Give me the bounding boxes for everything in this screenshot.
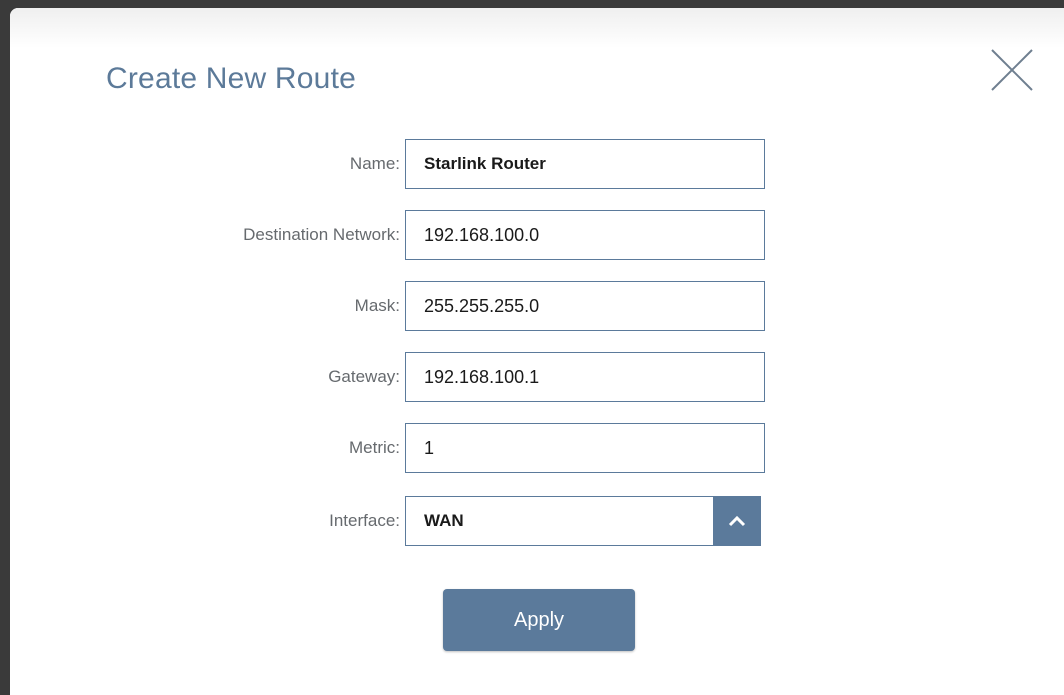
interface-row: Interface: WAN	[10, 496, 1064, 546]
destination-row: Destination Network:	[10, 210, 1064, 260]
metric-input[interactable]	[405, 423, 765, 473]
name-input[interactable]	[405, 139, 765, 189]
gateway-label: Gateway:	[328, 367, 400, 386]
create-route-dialog: Create New Route Name: Destination Netwo…	[10, 8, 1064, 695]
chevron-up-icon	[728, 515, 746, 527]
gateway-row: Gateway:	[10, 352, 1064, 402]
interface-label: Interface:	[329, 511, 400, 530]
mask-input[interactable]	[405, 281, 765, 331]
close-icon	[991, 49, 1033, 91]
dialog-title: Create New Route	[106, 62, 356, 95]
close-button[interactable]	[990, 48, 1034, 92]
metric-row: Metric:	[10, 423, 1064, 473]
name-row: Name:	[10, 139, 1064, 189]
interface-select[interactable]: WAN	[405, 496, 761, 546]
destination-network-input[interactable]	[405, 210, 765, 260]
destination-network-label: Destination Network:	[243, 225, 400, 244]
gateway-input[interactable]	[405, 352, 765, 402]
interface-dropdown-toggle[interactable]	[713, 496, 761, 546]
mask-row: Mask:	[10, 281, 1064, 331]
mask-label: Mask:	[354, 296, 400, 315]
interface-value: WAN	[424, 511, 464, 530]
name-label: Name:	[349, 154, 400, 173]
metric-label: Metric:	[349, 438, 400, 457]
apply-button[interactable]: Apply	[443, 589, 635, 651]
